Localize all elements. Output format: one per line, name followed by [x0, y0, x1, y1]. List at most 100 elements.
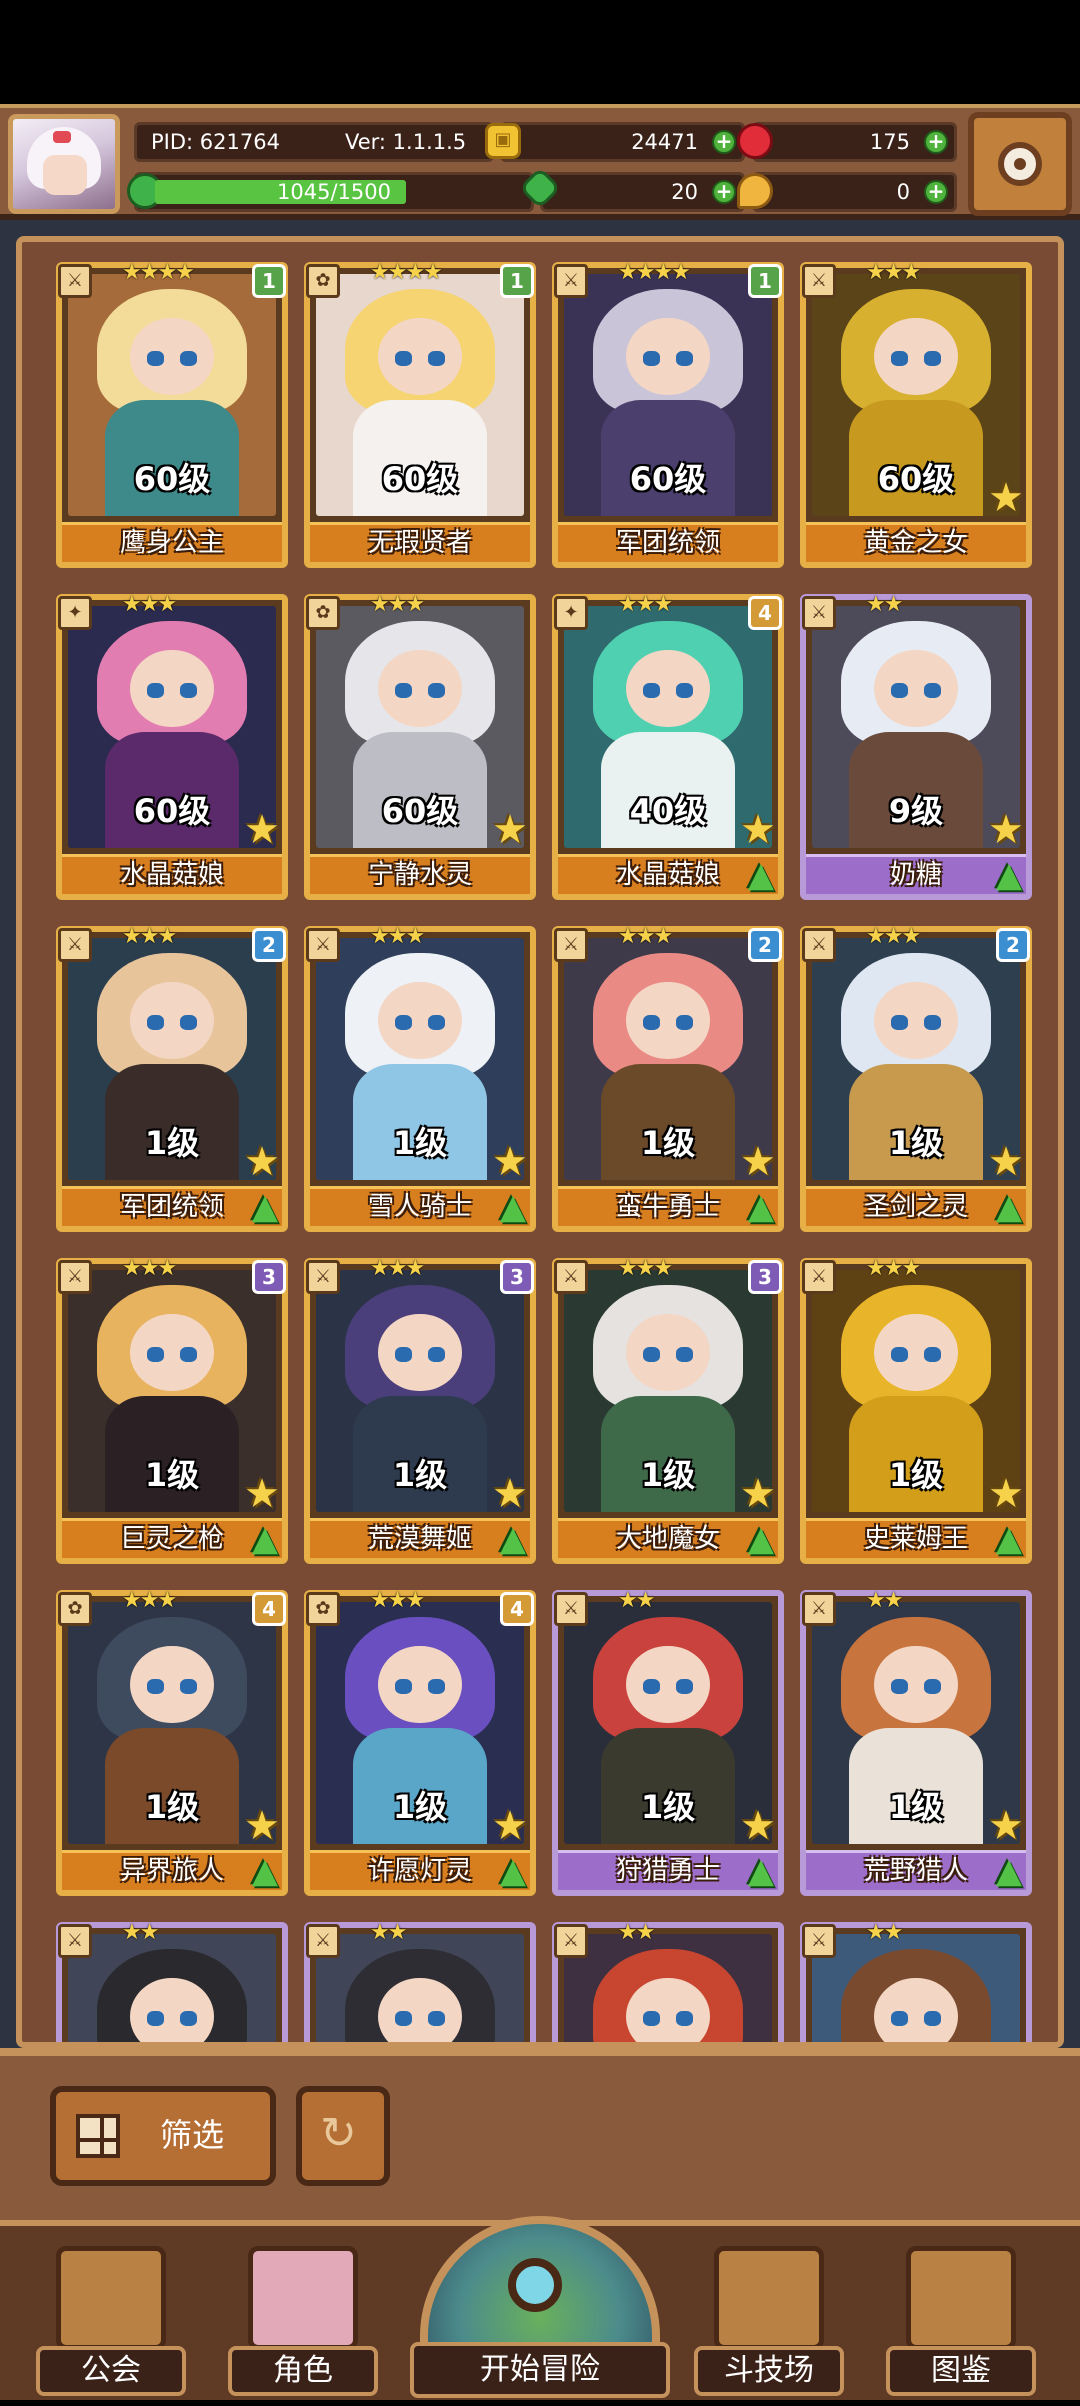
add-seed-button[interactable]: + [924, 180, 948, 204]
character-card[interactable]: ⚔ ★★★ 3 1级 ★ 荒漠舞姬 ▲ [304, 1256, 536, 1564]
filter-button[interactable]: 筛选 [50, 2086, 276, 2186]
character-card[interactable]: ⚔ ★★ 1级 ★ 荒野猎人 ▲ [800, 1588, 1032, 1896]
avatar-face [43, 155, 87, 195]
character-card[interactable]: ✿ ★★★★ 1 60级 无瑕贤者 [304, 260, 536, 568]
clover-amount: 20 [671, 180, 698, 204]
reset-filter-button[interactable]: ↻ [296, 2086, 390, 2186]
gem-amount: 175 [869, 130, 910, 154]
character-card[interactable]: ⚔ ★★★ 2 1级 ★ 军团统领 ▲ [56, 924, 288, 1232]
rarity-stars: ★★★ [370, 924, 425, 949]
character-card[interactable]: ⚔ ★★ [552, 1920, 784, 2042]
star-upgrade-icon: ★ [492, 1139, 528, 1185]
portrait-eye [891, 351, 908, 366]
character-card[interactable]: ⚔ ★★ 1级 ★ 狩猎勇士 ▲ [552, 1588, 784, 1896]
character-portrait [68, 1934, 276, 2042]
rank-badge: 1 [748, 264, 782, 298]
portrait-eye [676, 1347, 693, 1362]
add-clover-button[interactable]: + [712, 180, 736, 204]
portrait-face [130, 1977, 214, 2042]
player-avatar[interactable] [8, 114, 120, 214]
character-card[interactable]: ✿ ★★★ 4 1级 ★ 许愿灯灵 ▲ [304, 1588, 536, 1896]
character-card[interactable]: ⚔ ★★★ 2 1级 ★ 圣剑之灵 ▲ [800, 924, 1032, 1232]
portrait-eye [428, 1015, 445, 1030]
add-gem-button[interactable]: + [924, 130, 948, 154]
settings-button[interactable] [968, 112, 1072, 216]
gear-icon [998, 142, 1042, 186]
character-card[interactable]: ⚔ ★★★ 60级 ★ 黄金之女 [800, 260, 1032, 568]
star-upgrade-icon: ★ [740, 1803, 776, 1849]
character-card[interactable]: ⚔ ★★ [56, 1920, 288, 2042]
rarity-stars: ★★ [618, 1588, 655, 1613]
character-card[interactable]: ✦ ★★★ 60级 ★ 水晶菇娘 [56, 592, 288, 900]
character-card[interactable]: ⚔ ★★ [304, 1920, 536, 2042]
rarity-stars: ★★ [866, 1588, 903, 1613]
class-icon: ⚔ [58, 1260, 92, 1294]
character-card[interactable]: ⚔ ★★★ 3 1级 ★ 大地魔女 ▲ [552, 1256, 784, 1564]
class-icon: ⚔ [58, 264, 92, 298]
character-name: 荒漠舞姬 [310, 1518, 530, 1558]
star-upgrade-icon: ★ [988, 1139, 1024, 1185]
character-portrait [316, 1934, 524, 2042]
class-icon: ⚔ [802, 1924, 836, 1958]
nav-arena[interactable]: 斗技场 [694, 2246, 844, 2396]
filter-label: 筛选 [160, 2116, 225, 2154]
character-card[interactable]: ⚔ ★★★ 1级 ★ 史莱姆王 ▲ [800, 1256, 1032, 1564]
portrait-eye [924, 1347, 941, 1362]
portrait-face [130, 649, 214, 727]
rarity-stars: ★★ [866, 592, 903, 617]
character-panel[interactable]: ⚔ ★★★★ 1 60级 鹰身公主 ✿ ★★★★ 1 60级 无瑕贤者 ⚔ ★★★★ 1 60级 军团统领 ⚔… [16, 236, 1064, 2048]
portrait-eye [643, 1015, 660, 1030]
nav-character[interactable]: 角色 [228, 2246, 378, 2396]
class-icon: ⚔ [58, 1924, 92, 1958]
portrait-face [626, 1645, 710, 1723]
add-gold-button[interactable]: + [712, 130, 736, 154]
nav-guild[interactable]: 公会 [36, 2246, 186, 2396]
character-level: 60级 [133, 460, 211, 498]
portrait-eye [924, 351, 941, 366]
portrait-eye [147, 1347, 164, 1362]
rarity-stars: ★★ [122, 1920, 159, 1945]
character-card[interactable]: ⚔ ★★★★ 1 60级 军团统领 [552, 260, 784, 568]
portrait-eye [395, 1679, 412, 1694]
portrait-eye [924, 1679, 941, 1694]
class-icon: ⚔ [554, 264, 588, 298]
character-card[interactable]: ✿ ★★★ 60级 ★ 宁静水灵 [304, 592, 536, 900]
grid-icon [76, 2114, 120, 2158]
rank-badge: 4 [748, 596, 782, 630]
star-upgrade-icon: ★ [740, 807, 776, 853]
class-icon: ⚔ [306, 1260, 340, 1294]
portrait-eye [180, 1679, 197, 1694]
character-card[interactable]: ⚔ ★★ 9级 ★ 奶糖 ▲ [800, 592, 1032, 900]
class-icon: ✿ [306, 264, 340, 298]
level-up-arrow-icon: ▲ [747, 1519, 774, 1559]
player-info-bar: PID: 621764 Ver: 1.1.1.5 [134, 122, 494, 162]
level-up-arrow-icon: ▲ [251, 1187, 278, 1227]
game-version: Ver: 1.1.1.5 [345, 130, 467, 154]
class-icon: ⚔ [802, 928, 836, 962]
nav-codex[interactable]: 图鉴 [886, 2246, 1036, 2396]
level-up-arrow-icon: ▲ [747, 1851, 774, 1891]
gold-amount: 24471 [631, 130, 698, 154]
character-card[interactable]: ⚔ ★★ [800, 1920, 1032, 2042]
portrait-eye [147, 351, 164, 366]
character-card[interactable]: ✿ ★★★ 4 1级 ★ 异界旅人 ▲ [56, 1588, 288, 1896]
character-card[interactable]: ⚔ ★★★ 3 1级 ★ 巨灵之枪 ▲ [56, 1256, 288, 1564]
character-name: 水晶菇娘 [558, 854, 778, 894]
character-name: 黄金之女 [806, 522, 1026, 562]
portrait-face [874, 1313, 958, 1391]
rank-badge: 4 [500, 1592, 534, 1626]
nav-guild-label: 公会 [36, 2346, 186, 2396]
bottom-nav: 公会 角色 开始冒险 斗技场 图鉴 [0, 2216, 1080, 2400]
character-card[interactable]: ✦ ★★★ 4 40级 ★ 水晶菇娘 ▲ [552, 592, 784, 900]
rank-badge: 2 [252, 928, 286, 962]
character-card[interactable]: ⚔ ★★★★ 1 60级 鹰身公主 [56, 260, 288, 568]
nav-adventure[interactable]: 开始冒险 [410, 2216, 670, 2406]
character-card[interactable]: ⚔ ★★★ 2 1级 ★ 蛮牛勇士 ▲ [552, 924, 784, 1232]
star-upgrade-icon: ★ [988, 1803, 1024, 1849]
level-up-arrow-icon: ▲ [995, 855, 1022, 895]
rarity-stars: ★★★ [122, 924, 177, 949]
class-icon: ⚔ [306, 928, 340, 962]
class-icon: ⚔ [554, 1592, 588, 1626]
character-card[interactable]: ⚔ ★★★ 1级 ★ 雪人骑士 ▲ [304, 924, 536, 1232]
level-up-arrow-icon: ▲ [499, 1187, 526, 1227]
